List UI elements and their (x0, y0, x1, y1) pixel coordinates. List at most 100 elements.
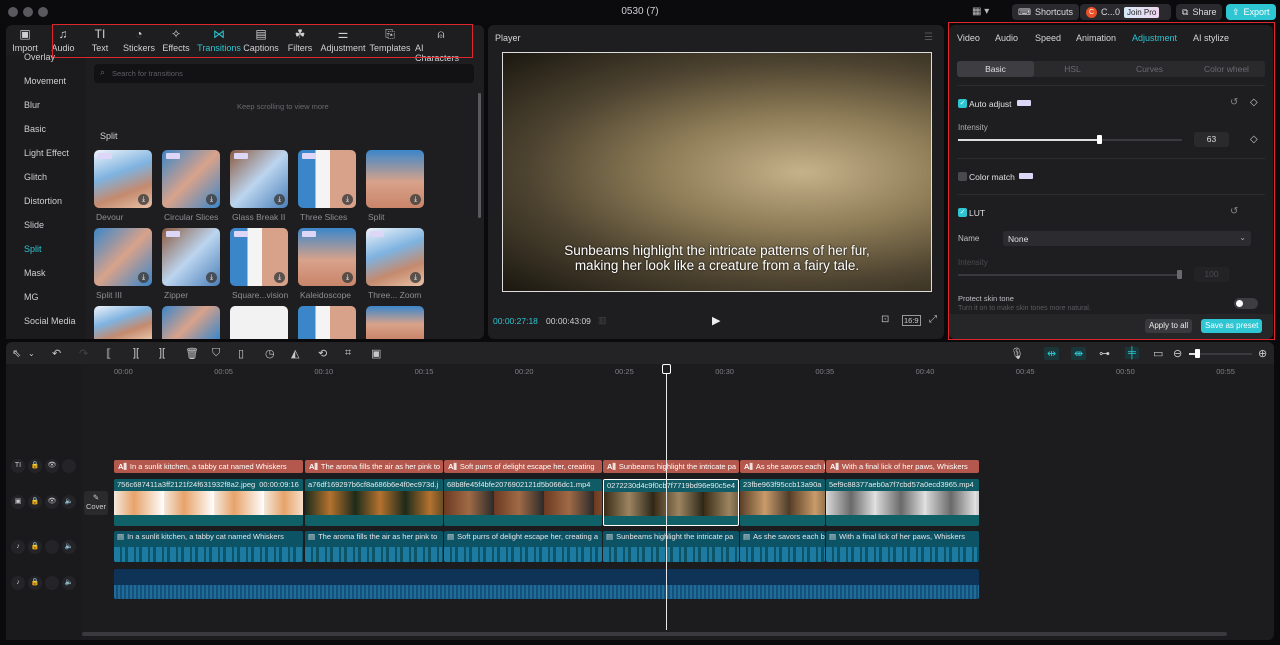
slider-handle[interactable] (1097, 135, 1103, 144)
tab-adjustment[interactable]: Adjustment (1132, 33, 1177, 43)
video-clip[interactable]: 756c687411a3ff2121f24f631932f8a2.jpeg 00:… (114, 479, 303, 526)
video-clip[interactable]: 0272230d4c9f0cb7f7719bd96e90c5e4 (603, 479, 739, 526)
undo-icon[interactable]: ↶ (52, 347, 61, 360)
download-icon[interactable]: ⤓ (138, 272, 149, 283)
auto-snap-icon[interactable]: ⇼ (1071, 347, 1087, 360)
scrollbar[interactable] (478, 93, 481, 218)
preview-axis-icon[interactable]: ╪ (1125, 347, 1139, 359)
playhead[interactable] (666, 364, 667, 630)
sidebar-item-distortion[interactable]: Distortion (24, 196, 62, 206)
sidebar-item-split[interactable]: Split (24, 244, 42, 254)
playhead-handle[interactable] (662, 364, 671, 374)
sidebar-item-movement[interactable]: Movement (24, 76, 66, 86)
export-button[interactable]: ⇪ Export (1226, 4, 1276, 20)
subtab-hsl[interactable]: HSL (1034, 61, 1111, 77)
download-icon[interactable]: ⤓ (274, 272, 285, 283)
text-clip[interactable]: A⫼ In a sunlit kitchen, a tabby cat named… (114, 460, 303, 473)
color-match-checkbox[interactable] (958, 172, 967, 181)
music-clip[interactable] (114, 569, 979, 599)
text-clip[interactable]: A⫼ With a final lick of her paws, Whisker… (826, 460, 979, 473)
mark-icon[interactable]: ⛉ (212, 347, 220, 360)
transition-thumbnail[interactable] (94, 306, 152, 339)
reset-icon[interactable]: ↺ (1230, 97, 1238, 108)
image-edit-icon[interactable]: ▣ (371, 347, 381, 360)
speed-icon[interactable]: ◷ (265, 347, 275, 360)
lock-icon[interactable]: 🔒 (28, 459, 42, 473)
transition-thumbnail[interactable]: ⤓ (366, 228, 424, 286)
transition-thumbnail[interactable]: ⤓ (94, 150, 152, 208)
aspect-ratio-button[interactable]: 16:9 (902, 315, 921, 326)
transition-thumbnail[interactable] (230, 306, 288, 339)
tab-video[interactable]: Video (957, 33, 980, 43)
protect-skin-toggle[interactable] (1234, 298, 1258, 309)
lut-intensity-input[interactable]: 100 (1194, 267, 1229, 282)
voiceover-clip[interactable]: ▤ In a sunlit kitchen, a tabby cat named … (114, 531, 303, 562)
link-icon[interactable]: ⊶ (1099, 347, 1110, 360)
voiceover-clip[interactable]: ▤ Sunbeams highlight the intricate pa (603, 531, 739, 562)
freeze-icon[interactable]: ▯ (238, 347, 244, 360)
subtab-basic[interactable]: Basic (957, 61, 1034, 77)
voiceover-clip[interactable]: ▤ As she savors each b (740, 531, 825, 562)
redo-icon[interactable]: ↷ (79, 347, 88, 360)
video-clip[interactable]: 23fbe963f95ccb13a90a (740, 479, 825, 526)
voiceover-clip[interactable]: ▤ The aroma fills the air as her pink to (305, 531, 443, 562)
transition-thumbnail[interactable]: ⤓ (162, 150, 220, 208)
sidebar-item-mask[interactable]: Mask (24, 268, 46, 278)
reset-icon[interactable]: ↺ (1230, 206, 1238, 217)
delete-icon[interactable]: 🗑 (185, 347, 199, 360)
sidebar-item-slide[interactable]: Slide (24, 220, 44, 230)
lock-icon[interactable]: 🔒 (28, 540, 42, 554)
mirror-icon[interactable]: ◭ (291, 347, 299, 360)
tab-animation[interactable]: Animation (1076, 33, 1116, 43)
download-icon[interactable]: ⤓ (206, 194, 217, 205)
slider-handle[interactable] (1195, 349, 1200, 358)
text-clip[interactable]: A⫼ Sunbeams highlight the intricate pa (603, 460, 739, 473)
toolbar-audio[interactable]: ♫ Audio (51, 28, 74, 54)
share-button[interactable]: ⧉ Share (1176, 4, 1223, 20)
transition-thumbnail[interactable] (298, 306, 356, 339)
transition-thumbnail[interactable] (366, 306, 424, 339)
main-track-magnet-icon[interactable]: ⇹ (1044, 347, 1060, 360)
layout-icon[interactable]: ▦ ▾ (972, 6, 989, 17)
play-button[interactable]: ▶ (712, 314, 720, 327)
transition-thumbnail[interactable]: ⤓ (94, 228, 152, 286)
volume-icon[interactable]: 🔈 (62, 576, 76, 590)
transition-thumbnail[interactable] (162, 306, 220, 339)
tab-audio[interactable]: Audio (995, 33, 1018, 43)
transition-thumbnail[interactable]: ⤓ (162, 228, 220, 286)
voiceover-clip[interactable]: ▤ With a final lick of her paws, Whiskers (826, 531, 979, 562)
sidebar-item-light-effect[interactable]: Light Effect (24, 148, 69, 158)
split-left-icon[interactable]: ][ (133, 347, 139, 359)
intensity-input[interactable]: 63 (1194, 132, 1229, 147)
lock-icon[interactable]: 🔒 (28, 576, 42, 590)
shortcuts-button[interactable]: ⌨ Shortcuts (1012, 4, 1080, 20)
crop-icon[interactable]: ⌗ (345, 347, 351, 360)
download-icon[interactable]: ⤓ (342, 272, 353, 283)
download-icon[interactable]: ⤓ (274, 194, 285, 205)
sidebar-item-basic[interactable]: Basic (24, 124, 46, 134)
split-icon[interactable]: ⟦ (106, 347, 111, 360)
toolbar-captions[interactable]: ▤ Captions (243, 28, 279, 54)
eye-icon[interactable]: 👁 (45, 495, 59, 509)
cover-button[interactable]: ✎ Cover (84, 491, 108, 515)
tab-speed[interactable]: Speed (1035, 33, 1061, 43)
voiceover-clip[interactable]: ▤ Soft purrs of delight escape her, creat… (444, 531, 602, 562)
timeline-scrollbar[interactable] (82, 632, 1227, 636)
zoom-in-icon[interactable]: ⊕ (1258, 347, 1267, 360)
slider-handle[interactable] (1177, 270, 1182, 279)
keyframe-icon[interactable]: ◇ (1250, 134, 1258, 145)
timeline-zoom-slider[interactable] (1189, 349, 1252, 358)
zoom-out-icon[interactable]: ⊖ (1173, 347, 1182, 360)
sidebar-item-glitch[interactable]: Glitch (24, 172, 47, 182)
zoom-fit-icon[interactable]: ⊡ (881, 314, 889, 325)
text-clip[interactable]: A⫼ The aroma fills the air as her pink to (305, 460, 443, 473)
toolbar-text[interactable]: TI Text (91, 28, 109, 54)
download-icon[interactable]: ⤓ (410, 272, 421, 283)
keyframe-icon[interactable]: ◇ (1250, 97, 1258, 108)
download-icon[interactable]: ⤓ (138, 194, 149, 205)
select-tool-icon[interactable]: ⇖ (12, 347, 21, 360)
video-preview[interactable]: Sunbeams highlight the intricate pattern… (502, 52, 932, 292)
subtab-curves[interactable]: Curves (1111, 61, 1188, 77)
toolbar-effects[interactable]: ✧ Effects (162, 28, 190, 54)
apply-to-all-button[interactable]: Apply to all (1145, 319, 1193, 333)
